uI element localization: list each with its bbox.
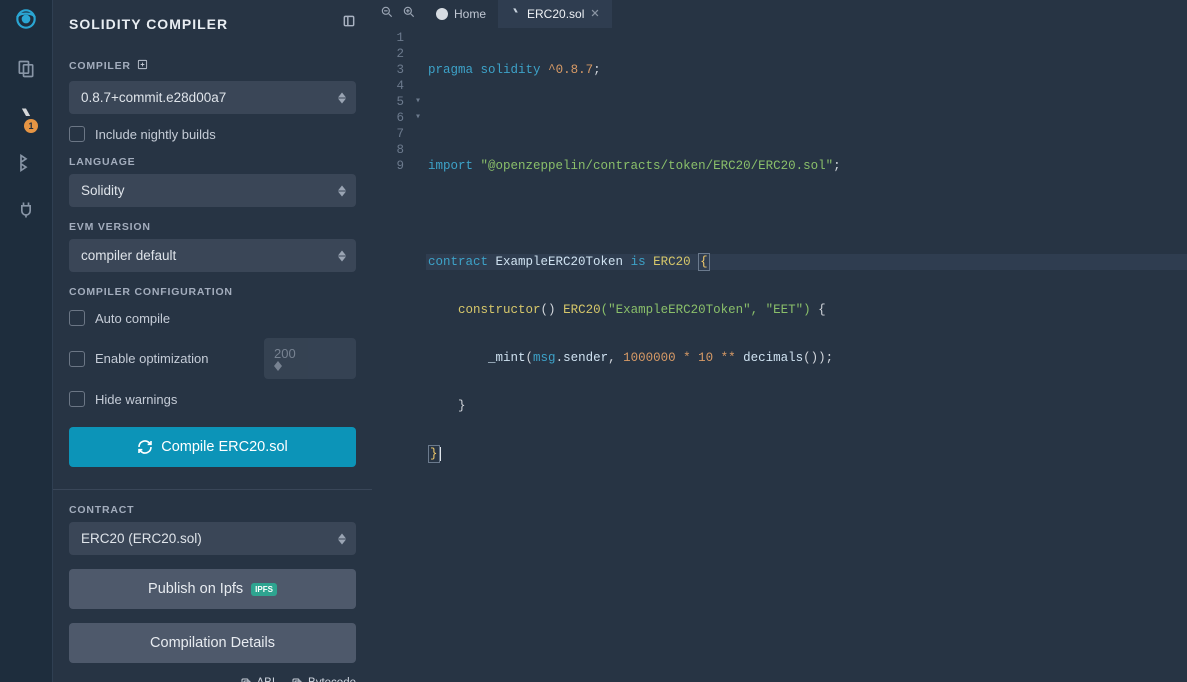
auto-compile-checkbox[interactable] <box>69 310 85 326</box>
remix-logo-icon[interactable] <box>13 6 39 37</box>
enable-optimization-label: Enable optimization <box>95 351 208 366</box>
deploy-icon[interactable] <box>16 153 36 178</box>
publish-ipfs-button[interactable]: Publish on Ipfs IPFS <box>69 569 356 609</box>
line-gutter: 1 2 3 4 5 6 7 8 9 <box>372 28 412 682</box>
warning-badge: 1 <box>24 119 38 133</box>
code-line <box>426 206 1187 222</box>
tab-erc20[interactable]: ERC20.sol <box>498 0 612 28</box>
code-content[interactable]: pragma solidity ^0.8.7; import "@openzep… <box>424 28 1187 682</box>
fold-marker-icon[interactable]: ▾ <box>412 110 424 126</box>
evm-version-label: EVM VERSION <box>69 221 151 233</box>
copy-icon <box>240 677 252 682</box>
bytecode-label: Bytecode <box>308 677 356 682</box>
evm-version-value: compiler default <box>81 248 176 263</box>
include-nightly-checkbox[interactable] <box>69 126 85 142</box>
compiler-label: COMPILER <box>69 60 131 72</box>
compile-button[interactable]: Compile ERC20.sol <box>69 427 356 467</box>
editor-area: Home ERC20.sol 1 2 3 4 5 6 7 8 <box>372 0 1187 682</box>
text-cursor <box>440 447 441 461</box>
solidity-file-icon <box>510 6 521 22</box>
home-dot-icon <box>436 8 448 20</box>
publish-ipfs-label: Publish on Ipfs <box>148 581 243 597</box>
contract-value: ERC20 (ERC20.sol) <box>81 531 202 546</box>
file-explorer-icon[interactable] <box>16 59 36 84</box>
tab-home[interactable]: Home <box>424 0 498 28</box>
compiler-version-value: 0.8.7+commit.e28d00a7 <box>81 90 226 105</box>
icon-sidebar: 1 <box>0 0 52 682</box>
collapse-panel-icon[interactable] <box>342 14 356 33</box>
code-line: pragma solidity ^0.8.7; <box>426 62 1187 78</box>
copy-abi-link[interactable]: ABI <box>240 677 276 682</box>
tab-erc20-label: ERC20.sol <box>527 7 584 21</box>
copy-bytecode-link[interactable]: Bytecode <box>291 677 356 682</box>
panel-title: SOLIDITY COMPILER <box>69 16 228 32</box>
contract-label: CONTRACT <box>69 504 134 516</box>
hide-warnings-label: Hide warnings <box>95 392 177 407</box>
copy-icon <box>291 677 303 682</box>
divider <box>53 489 372 490</box>
compiler-config-label: COMPILER CONFIGURATION <box>69 286 233 298</box>
editor-tabbar: Home ERC20.sol <box>372 0 1187 28</box>
code-line: contract ExampleERC20Token is ERC20 { <box>426 254 1187 270</box>
code-editor[interactable]: 1 2 3 4 5 6 7 8 9 ▾ ▾ pragma solidity ^0… <box>372 28 1187 682</box>
language-value: Solidity <box>81 183 125 198</box>
compiler-version-select[interactable]: 0.8.7+commit.e28d00a7 <box>69 81 356 114</box>
evm-version-select[interactable]: compiler default <box>69 239 356 272</box>
add-compiler-icon[interactable] <box>137 57 148 75</box>
optimization-runs-value: 200 <box>274 346 296 361</box>
optimization-runs-input[interactable]: 200 <box>264 338 356 379</box>
ipfs-badge-icon: IPFS <box>251 583 277 596</box>
code-line: } <box>426 398 1187 414</box>
solidity-compiler-icon[interactable]: 1 <box>16 106 36 131</box>
fold-marker-icon[interactable]: ▾ <box>412 94 424 110</box>
language-select[interactable]: Solidity <box>69 174 356 207</box>
compilation-details-label: Compilation Details <box>150 635 275 651</box>
code-line: import "@openzeppelin/contracts/token/ER… <box>426 158 1187 174</box>
abi-label: ABI <box>257 677 276 682</box>
contract-select[interactable]: ERC20 (ERC20.sol) <box>69 522 356 555</box>
compiler-panel: SOLIDITY COMPILER COMPILER 0.8.7+commit.… <box>52 0 372 682</box>
compile-button-label: Compile ERC20.sol <box>161 439 288 455</box>
hide-warnings-checkbox[interactable] <box>69 391 85 407</box>
tab-home-label: Home <box>454 7 486 21</box>
code-line <box>426 110 1187 126</box>
code-line: constructor() ERC20("ExampleERC20Token",… <box>426 302 1187 318</box>
code-line: _mint(msg.sender, 1000000 * 10 ** decima… <box>426 350 1187 366</box>
compilation-details-button[interactable]: Compilation Details <box>69 623 356 663</box>
plugin-manager-icon[interactable] <box>16 200 36 225</box>
zoom-out-icon[interactable] <box>380 5 394 24</box>
language-label: LANGUAGE <box>69 156 135 168</box>
fold-column: ▾ ▾ <box>412 28 424 682</box>
auto-compile-label: Auto compile <box>95 311 170 326</box>
zoom-in-icon[interactable] <box>402 5 416 24</box>
close-tab-icon[interactable] <box>590 7 600 21</box>
include-nightly-label: Include nightly builds <box>95 127 216 142</box>
code-line: } <box>426 446 1187 462</box>
refresh-icon <box>137 439 153 455</box>
enable-optimization-checkbox[interactable] <box>69 351 85 367</box>
